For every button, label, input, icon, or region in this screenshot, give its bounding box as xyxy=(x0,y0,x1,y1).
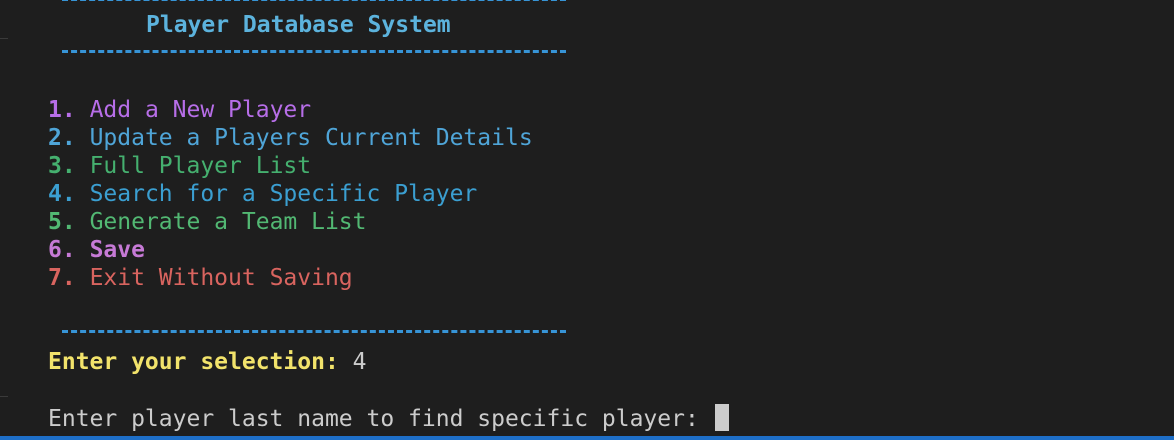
menu-item-4[interactable]: 4. Search for a Specific Player xyxy=(48,180,477,208)
menu-item-label: Exit Without Saving xyxy=(89,265,353,291)
menu-item-number: 2. xyxy=(48,125,76,151)
menu-item-label: Generate a Team List xyxy=(89,209,367,235)
menu-item-label: Full Player List xyxy=(89,153,312,179)
status-bar-edge xyxy=(0,436,1174,440)
page-title: Player Database System xyxy=(146,12,451,38)
gutter-marker xyxy=(0,38,8,39)
terminal-panel[interactable]: Player Database System 1. Add a New Play… xyxy=(0,0,1174,440)
menu-item-number: 7. xyxy=(48,265,76,291)
selection-value: 4 xyxy=(352,349,367,375)
menu-item-1[interactable]: 1. Add a New Player xyxy=(48,96,311,124)
menu-item-3[interactable]: 3. Full Player List xyxy=(48,152,311,180)
selection-prompt-label: Enter your selection: xyxy=(48,349,339,375)
menu-item-5[interactable]: 5. Generate a Team List xyxy=(48,208,367,236)
menu-item-6[interactable]: 6. Save xyxy=(48,236,145,264)
menu-item-label: Update a Players Current Details xyxy=(89,125,533,151)
terminal-gutter xyxy=(0,0,8,440)
menu-item-label: Save xyxy=(89,237,145,263)
menu-item-number: 3. xyxy=(48,153,76,179)
menu-rule xyxy=(62,330,566,333)
search-input-prompt: Enter player last name to find specific … xyxy=(48,406,699,432)
gutter-marker xyxy=(0,396,8,397)
menu-item-number: 4. xyxy=(48,181,76,207)
menu-item-label: Add a New Player xyxy=(89,97,312,123)
menu-item-label: Search for a Specific Player xyxy=(89,181,478,207)
menu-item-7[interactable]: 7. Exit Without Saving xyxy=(48,264,353,292)
menu-item-2[interactable]: 2. Update a Players Current Details xyxy=(48,124,533,152)
search-input-line[interactable]: Enter player last name to find specific … xyxy=(48,404,729,432)
menu-item-number: 5. xyxy=(48,209,76,235)
top-rule xyxy=(62,0,566,1)
menu-item-number: 1. xyxy=(48,97,76,123)
title-rule xyxy=(62,50,566,53)
text-cursor[interactable] xyxy=(714,404,729,431)
selection-prompt: Enter your selection: 4 xyxy=(48,348,367,376)
menu-item-number: 6. xyxy=(48,237,76,263)
